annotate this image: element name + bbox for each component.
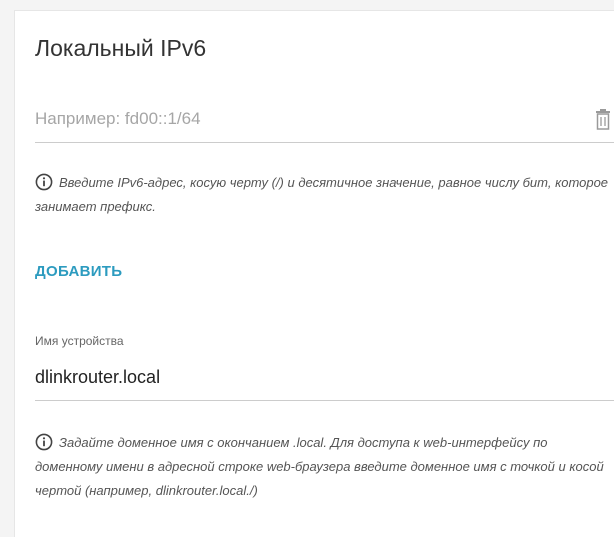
ipv6-hint-text: Введите IPv6-адрес, косую черту (/) и де… bbox=[35, 175, 609, 214]
section-title: Локальный IPv6 bbox=[35, 35, 207, 61]
ipv6-hint: Введите IPv6-адрес, косую черту (/) и де… bbox=[35, 171, 614, 219]
ipv6-address-field bbox=[35, 91, 614, 143]
info-icon bbox=[35, 433, 53, 451]
ipv6-address-input[interactable] bbox=[35, 106, 575, 132]
device-name-input[interactable] bbox=[35, 364, 595, 390]
device-name-field: Имя устройства bbox=[35, 331, 614, 401]
device-name-hint-text: Задайте доменное имя с окончанием .local… bbox=[35, 435, 604, 498]
info-icon bbox=[35, 173, 53, 191]
device-name-hint: Задайте доменное имя с окончанием .local… bbox=[35, 431, 614, 503]
device-name-label: Имя устройства bbox=[35, 334, 124, 348]
add-button[interactable]: ДОБАВИТЬ bbox=[35, 263, 122, 280]
settings-card: Локальный IPv6 Введите IPv6-адрес, косую… bbox=[14, 10, 614, 537]
trash-icon[interactable] bbox=[595, 108, 611, 130]
